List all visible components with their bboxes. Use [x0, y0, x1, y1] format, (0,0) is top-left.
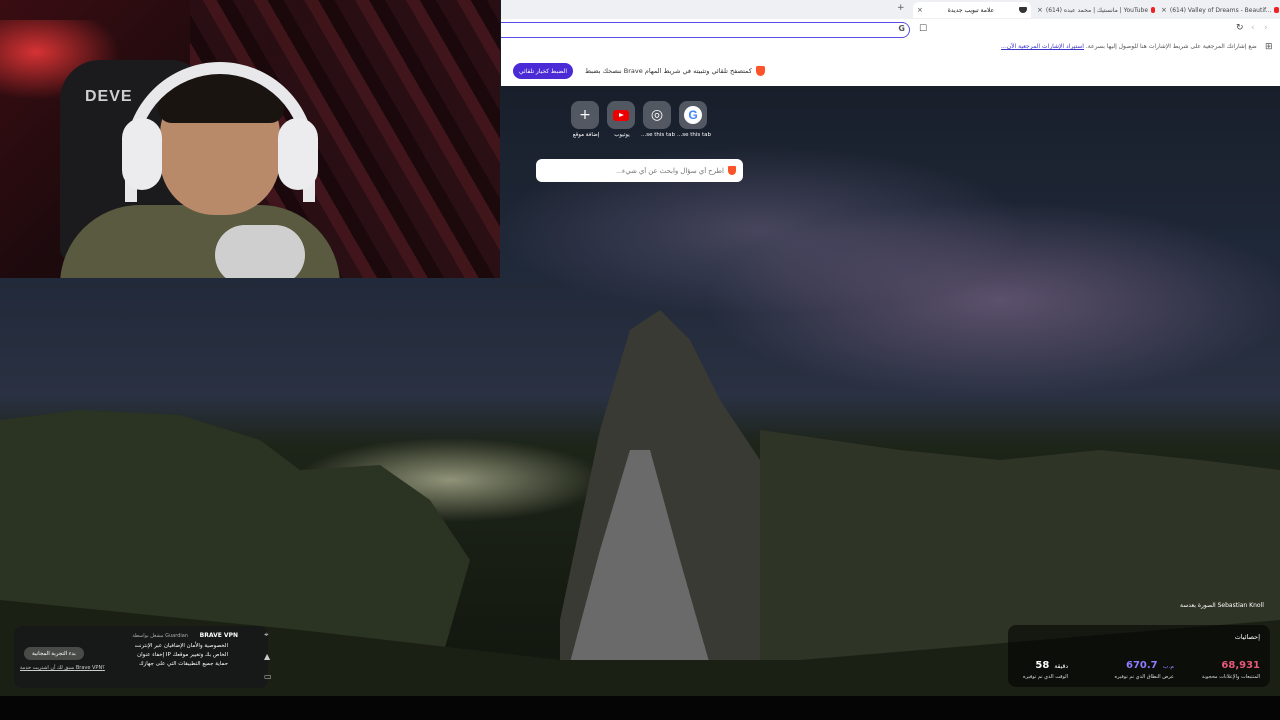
- start-trial-button[interactable]: بدء التجربة المجانية: [24, 647, 84, 660]
- stats-title: إحصائيات: [1234, 633, 1260, 641]
- google-tile: G: [679, 101, 707, 129]
- stat-value: 68,931: [1221, 660, 1260, 671]
- brave-shield-icon: [728, 166, 736, 175]
- top-site-browse[interactable]: ◎ ...se this tab: [641, 101, 675, 138]
- youtube-icon: [1274, 7, 1279, 13]
- tab-label: (614) Valley of Dreams - Beautif...: [1169, 6, 1272, 14]
- browser-chrome: × (614) Valley of Dreams - Beautif... × …: [501, 0, 1280, 86]
- top-site-label: يوتيوب: [614, 132, 630, 138]
- google-icon: G: [684, 106, 702, 124]
- close-icon[interactable]: ×: [917, 6, 923, 14]
- default-browser-banner: الضبط كخيار تلقائي ننصحك بضبط Brave كمتص…: [501, 58, 1280, 86]
- stat-time: 58 دقيقة الوقت الذي تم توفيره: [1023, 653, 1068, 680]
- vpn-feature: الخصوصية والأمان الإضافيان عبر الإنترنت: [134, 643, 228, 649]
- close-icon[interactable]: ×: [1161, 6, 1167, 14]
- top-site-label: إضافة موقع: [572, 132, 600, 138]
- tab-strip: × (614) Valley of Dreams - Beautif... × …: [501, 0, 1280, 19]
- vpn-features: الخصوصية والأمان الإضافيان عبر الإنترنت …: [135, 643, 228, 670]
- vpn-up-icon[interactable]: ▲: [264, 652, 270, 661]
- stat-trackers: 68,931 المتتبعات والإعلانات محجوبة: [1202, 653, 1260, 680]
- top-site-google[interactable]: G ...se this tab: [677, 101, 711, 138]
- close-icon[interactable]: ×: [1037, 6, 1043, 14]
- tab-new-tab[interactable]: × علامة تبويب جديدة: [913, 2, 1031, 18]
- vpn-location-icon[interactable]: ⌖: [264, 630, 269, 640]
- headphone-cup-left: [122, 118, 162, 190]
- google-icon: G: [898, 24, 905, 33]
- youtube-icon: [1151, 7, 1155, 13]
- top-site-label: ...se this tab: [676, 132, 712, 138]
- apps-grid-icon[interactable]: ⊞: [1265, 42, 1273, 52]
- stat-desc: عرض النطاق الذي تم توفيره: [1114, 674, 1175, 680]
- address-row: G ☐ ↻ ‹ ›: [501, 19, 1280, 41]
- stat-unit: دقيقة: [1054, 663, 1068, 670]
- tab-mohammed-abdu[interactable]: × (614) مانستيك | محمد عبده | YouTube: [1037, 2, 1155, 18]
- bookmarks-hint-text: ضع إشاراتك المرجعية على شريط الإشارات هن…: [1085, 43, 1257, 50]
- banner-text: ننصحك بضبط Brave كمتصفح تلقائي وتثبيته ف…: [585, 67, 752, 75]
- webcam-overlay: DEVE: [0, 0, 500, 278]
- vpn-brand: BRAVE VPN: [199, 632, 238, 639]
- bookmarks-bar-hint: ضع إشاراتك المرجعية على شريط الإشارات هن…: [1001, 43, 1257, 50]
- stat-bandwidth: 670.7 م.ب عرض النطاق الذي تم توفيره: [1115, 653, 1175, 680]
- reload-icon[interactable]: ↻: [1236, 23, 1244, 33]
- vpn-feature: إخفاء عنوان IP الخاص بك وتغيير موقعك: [137, 652, 228, 658]
- top-site-youtube[interactable]: يوتيوب: [607, 101, 637, 138]
- plus-icon: +: [571, 101, 599, 129]
- youtube-tile: [607, 101, 635, 129]
- tab-label: (614) مانستيك | محمد عبده | YouTube: [1045, 6, 1149, 14]
- top-sites: + إضافة موقع يوتيوب ◎ ...se this tab G .…: [571, 101, 713, 145]
- bottom-bar: [0, 696, 1280, 720]
- search-input[interactable]: [542, 162, 726, 180]
- search-box: [536, 159, 743, 182]
- microphone: [215, 225, 305, 278]
- address-bar[interactable]: G: [501, 22, 910, 38]
- brave-lion-icon: [756, 66, 765, 76]
- vpn-box-icon[interactable]: ▭: [264, 672, 272, 681]
- stat-desc: الوقت الذي تم توفيره: [1023, 674, 1068, 680]
- top-site-label: ...se this tab: [640, 132, 676, 138]
- photo-credit[interactable]: الصورة بعدسة Sebastian Knoll: [1180, 602, 1264, 609]
- globe-icon: ◎: [643, 101, 671, 129]
- bookmark-icon[interactable]: ☐: [919, 24, 927, 34]
- tab-label: علامة تبويب جديدة: [947, 6, 995, 14]
- new-tab-plus-icon[interactable]: +: [897, 3, 905, 13]
- stat-desc: المتتبعات والإعلانات محجوبة: [1201, 674, 1260, 680]
- stat-value: 670.7: [1125, 660, 1158, 671]
- chair-label: DEVE: [85, 88, 133, 105]
- forward-icon[interactable]: ‹: [1251, 23, 1255, 33]
- top-site-add[interactable]: + إضافة موقع: [571, 101, 601, 138]
- stats-widget: إحصائيات 68,931 المتتبعات والإعلانات محج…: [1008, 625, 1270, 687]
- import-bookmarks-link[interactable]: استيراد الإشارات المرجعية الآن...: [1001, 43, 1084, 50]
- brave-shield-icon: [1019, 7, 1027, 13]
- stat-unit: م.ب: [1162, 663, 1174, 670]
- tab-valley-of-dreams[interactable]: × (614) Valley of Dreams - Beautif...: [1161, 2, 1279, 18]
- headphone-cup-right: [278, 118, 318, 190]
- brave-vpn-widget: BRAVE VPN مشغل بواسطة Guardian الخصوصية …: [14, 626, 272, 688]
- set-default-button[interactable]: الضبط كخيار تلقائي: [513, 63, 573, 79]
- youtube-icon: [613, 109, 629, 121]
- stat-value: 58: [1035, 660, 1050, 671]
- vpn-feature: حماية جميع التطبيقات التي على جهازك: [139, 661, 228, 667]
- back-icon[interactable]: ›: [1264, 23, 1268, 33]
- vpn-powered-by: مشغل بواسطة Guardian: [132, 633, 188, 639]
- already-purchased-link[interactable]: سبق لك أن اشتريت خدمة Brave VPN؟: [20, 665, 105, 671]
